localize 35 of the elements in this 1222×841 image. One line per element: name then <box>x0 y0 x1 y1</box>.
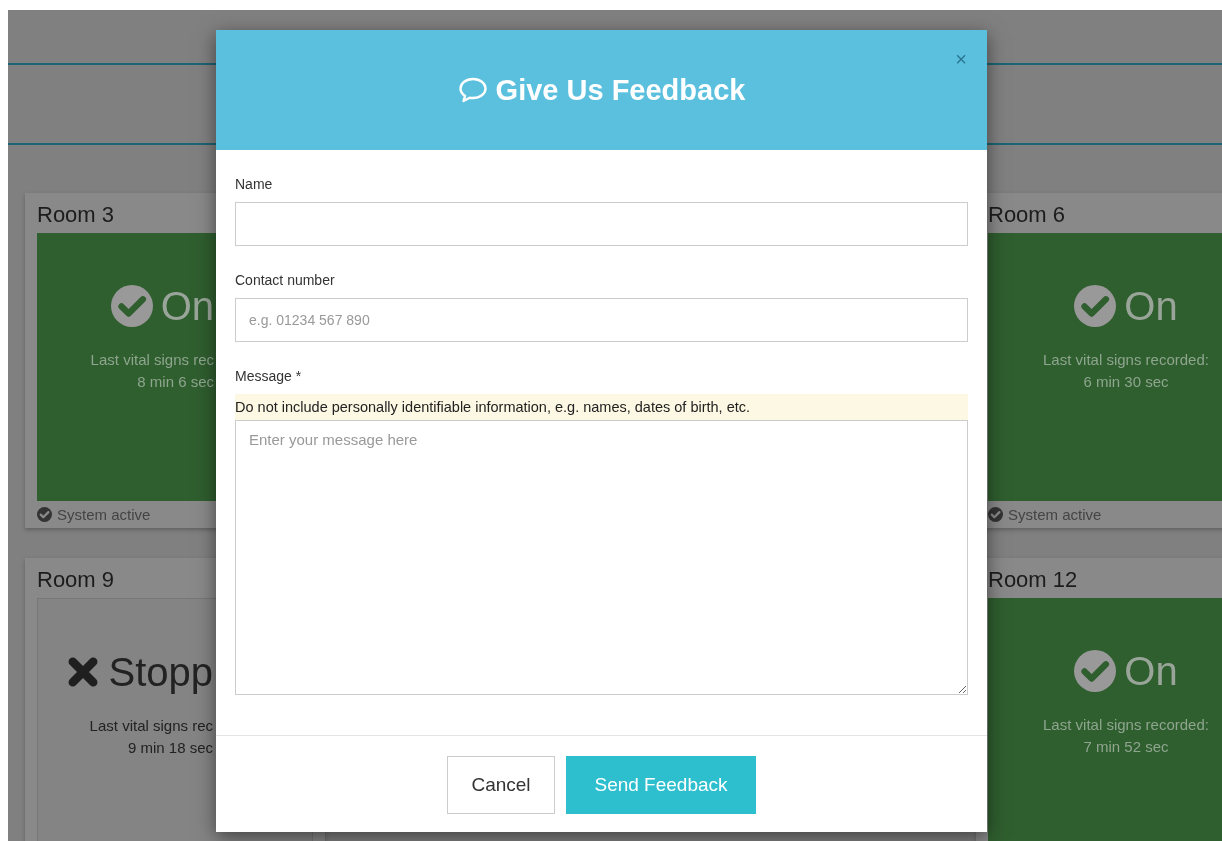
elapsed-time: 8 min 6 sec <box>137 372 214 392</box>
elapsed-time: 9 min 18 sec <box>127 738 213 758</box>
input-field[interactable]: e.g. 01234 567 890 <box>235 298 968 342</box>
check-circle-icon <box>37 507 52 522</box>
dialog-title: Give Us Feedback <box>495 73 746 107</box>
elapsed-time: 6 min 30 sec <box>1083 372 1169 392</box>
system-status: System active <box>57 506 151 523</box>
status-text: Stopp <box>108 649 213 695</box>
send-feedback-button[interactable]: Send Feedback <box>566 756 756 814</box>
input-field[interactable] <box>235 202 968 246</box>
last-recorded-label: Last vital signs rec <box>90 350 214 370</box>
check-circle-icon <box>1074 650 1117 692</box>
field-label: Message * <box>235 367 303 386</box>
close-button[interactable]: × <box>951 46 971 73</box>
field-label: Contact number <box>235 271 336 290</box>
elapsed-time: 7 min 52 sec <box>1083 737 1169 757</box>
check-circle-icon <box>110 285 153 327</box>
last-recorded-label: Last vital signs rec <box>89 716 213 736</box>
cancel-button[interactable]: Cancel <box>447 756 555 814</box>
privacy-warning: Do not include personally identifiable information, e.g. names, dates of birth, etc. <box>235 394 968 420</box>
room-title: Room 6 <box>988 201 1067 229</box>
field-label: Name <box>235 175 274 194</box>
check-circle-icon <box>1074 285 1117 327</box>
last-recorded-label: Last vital signs recorded: <box>1043 350 1209 370</box>
status-text: On <box>160 283 214 329</box>
check-circle-icon <box>988 507 1003 522</box>
room-title: Room 3 <box>37 201 116 229</box>
room-title: Room 9 <box>37 566 116 594</box>
system-status: System active <box>1008 506 1102 523</box>
status-text: On <box>1124 648 1178 694</box>
speech-bubble-icon <box>457 77 488 103</box>
message-field[interactable]: Enter your message here <box>235 420 968 695</box>
last-recorded-label: Last vital signs recorded: <box>1043 715 1209 735</box>
status-text: On <box>1124 283 1178 329</box>
room-title: Room 12 <box>988 566 1079 594</box>
